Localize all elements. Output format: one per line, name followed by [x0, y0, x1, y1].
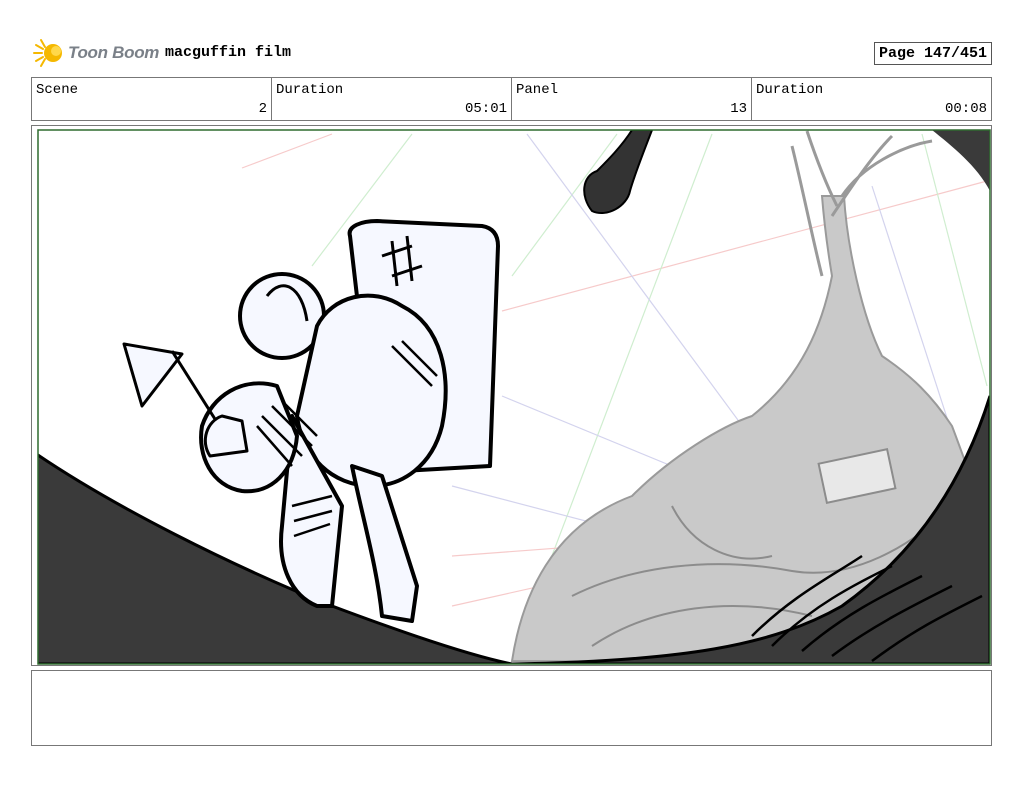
panel-drawing	[37, 129, 991, 665]
storyboard-header: Toon Boom macguffin film Page 147/451	[32, 36, 992, 70]
corner-shadow	[932, 130, 990, 191]
logo-text: Toon Boom	[68, 43, 160, 62]
storyboard-panel	[31, 125, 992, 666]
panel-duration-cell: Duration 00:08	[752, 78, 991, 120]
scene-value: 2	[258, 101, 267, 117]
scene-label: Scene	[36, 82, 79, 98]
panel-duration-value: 00:08	[944, 101, 987, 117]
panel-notes-box[interactable]	[31, 670, 992, 746]
scene-duration-value: 05:01	[464, 101, 507, 117]
toon-boom-logo: Toon Boom	[32, 38, 159, 68]
panel-label: Panel	[516, 82, 559, 98]
sun-logo-icon	[33, 39, 62, 67]
film-title: macguffin film	[165, 44, 292, 61]
scene-duration-label: Duration	[276, 82, 344, 98]
scene-duration-cell: Duration 05:01	[272, 78, 512, 120]
scene-cell: Scene 2	[32, 78, 272, 120]
panel-info-row: Scene 2 Duration 05:01 Panel 13 Duration…	[31, 77, 992, 121]
panel-cell: Panel 13	[512, 78, 752, 120]
page-number: Page 147/451	[873, 42, 992, 65]
panel-value: 13	[730, 101, 747, 117]
panel-duration-label: Duration	[756, 82, 824, 98]
hanging-object	[583, 130, 654, 214]
